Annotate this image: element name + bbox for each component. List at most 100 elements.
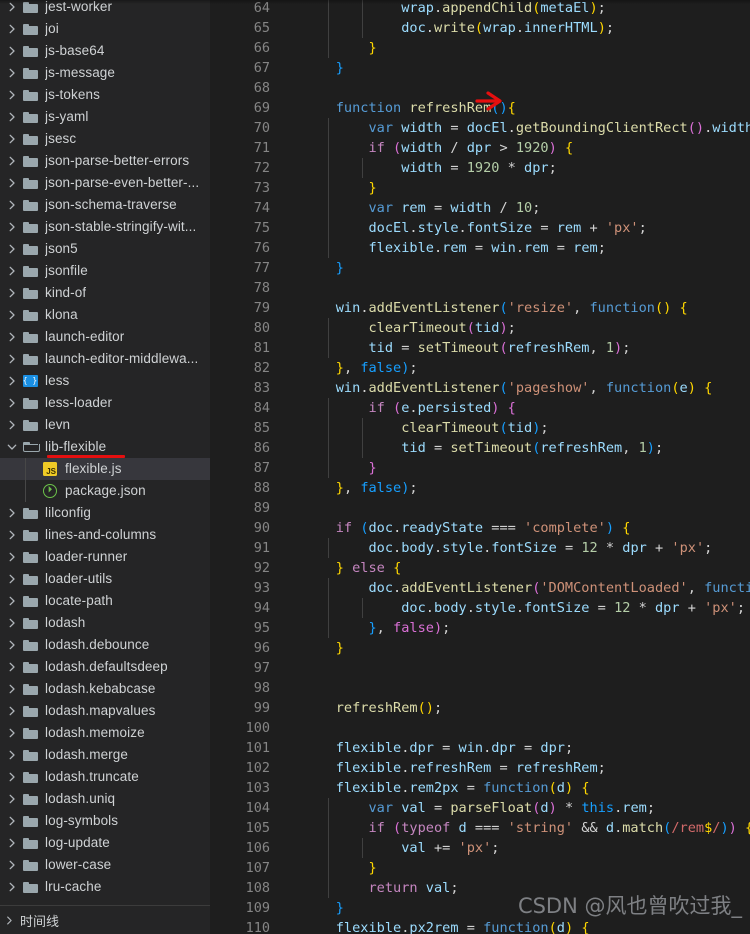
code-line[interactable]: win.addEventListener('resize', function(… bbox=[303, 298, 688, 318]
line-number: 109 bbox=[245, 900, 270, 916]
code-line[interactable]: var width = docEl.getBoundingClientRect(… bbox=[303, 118, 750, 138]
code-line[interactable]: var rem = width / 10; bbox=[303, 198, 540, 218]
tree-item-locate-path[interactable]: locate-path bbox=[0, 590, 210, 612]
tree-item-launch-editor-middlewa-[interactable]: launch-editor-middlewa... bbox=[0, 348, 210, 370]
code-editor[interactable]: 64 65 66 67 68 69 70 71 72 73 74 75 76 77 78 79 80 81 82 83… bbox=[210, 0, 750, 934]
tree-item-label: js-yaml bbox=[45, 109, 89, 124]
tree-item-less[interactable]: { } less bbox=[0, 370, 210, 392]
code-content[interactable]: wrap.appendChild(metaEl); doc.write(wrap… bbox=[303, 0, 750, 934]
tree-item-lodash[interactable]: lodash bbox=[0, 612, 210, 634]
tree-item-less-loader[interactable]: less-loader bbox=[0, 392, 210, 414]
folder-icon bbox=[20, 238, 40, 260]
chevron-right-icon bbox=[4, 524, 20, 546]
tree-item-log-symbols[interactable]: log-symbols bbox=[0, 810, 210, 832]
chevron-right-icon bbox=[4, 810, 20, 832]
tree-item-label: lodash.defaultsdeep bbox=[45, 659, 168, 674]
nodejs-json-file-icon: ⏵ bbox=[40, 480, 60, 502]
code-line[interactable]: if (width / dpr > 1920) { bbox=[303, 138, 573, 158]
tree-item-lines-and-columns[interactable]: lines-and-columns bbox=[0, 524, 210, 546]
tree-item-loader-runner[interactable]: loader-runner bbox=[0, 546, 210, 568]
tree-item-js-base64[interactable]: js-base64 bbox=[0, 40, 210, 62]
line-number: 67 bbox=[253, 60, 270, 76]
folder-icon bbox=[20, 788, 40, 810]
tree-item-package-json[interactable]: ⏵ package.json bbox=[0, 480, 210, 502]
code-line[interactable]: function refreshRem(){ bbox=[303, 98, 516, 118]
code-line[interactable]: doc.body.style.fontSize = 12 * dpr + 'px… bbox=[303, 538, 712, 558]
code-line[interactable]: }, false); bbox=[303, 618, 450, 638]
code-line[interactable]: } bbox=[303, 638, 344, 658]
code-line[interactable]: } bbox=[303, 858, 376, 878]
line-number: 94 bbox=[253, 600, 270, 616]
code-line[interactable]: return val; bbox=[303, 878, 458, 898]
code-line[interactable]: } bbox=[303, 458, 376, 478]
tree-item-lodash-debounce[interactable]: lodash.debounce bbox=[0, 634, 210, 656]
code-line[interactable]: flexible.rem = win.rem = rem; bbox=[303, 238, 605, 258]
code-line[interactable]: win.addEventListener('pageshow', functio… bbox=[303, 378, 713, 398]
folder-icon bbox=[20, 722, 40, 744]
code-line[interactable]: } bbox=[303, 38, 376, 58]
tree-item-lodash-merge[interactable]: lodash.merge bbox=[0, 744, 210, 766]
code-line[interactable]: clearTimeout(tid); bbox=[303, 318, 515, 338]
code-line[interactable]: val += 'px'; bbox=[303, 838, 499, 858]
tree-item-joi[interactable]: joi bbox=[0, 18, 210, 40]
code-line[interactable]: flexible.rem2px = function(d) { bbox=[303, 778, 590, 798]
tree-item-flexible-js[interactable]: JS flexible.js bbox=[0, 458, 210, 480]
code-line[interactable]: } bbox=[303, 258, 344, 278]
chevron-right-icon bbox=[4, 106, 20, 128]
code-line[interactable]: doc.addEventListener('DOMContentLoaded',… bbox=[303, 578, 750, 598]
code-line[interactable]: docEl.style.fontSize = rem + 'px'; bbox=[303, 218, 646, 238]
code-line[interactable]: tid = setTimeout(refreshRem, 1); bbox=[303, 438, 663, 458]
tree-item-jsonfile[interactable]: jsonfile bbox=[0, 260, 210, 282]
tree-item-json-stable-stringify-wit-[interactable]: json-stable-stringify-wit... bbox=[0, 216, 210, 238]
tree-item-launch-editor[interactable]: launch-editor bbox=[0, 326, 210, 348]
tree-item-loader-utils[interactable]: loader-utils bbox=[0, 568, 210, 590]
tree-item-lodash-kebabcase[interactable]: lodash.kebabcase bbox=[0, 678, 210, 700]
tree-item-klona[interactable]: klona bbox=[0, 304, 210, 326]
tree-item-jsesc[interactable]: jsesc bbox=[0, 128, 210, 150]
tree-item-lib-flexible[interactable]: lib-flexible bbox=[0, 436, 210, 458]
tree-item-levn[interactable]: levn bbox=[0, 414, 210, 436]
tree-item-log-update[interactable]: log-update bbox=[0, 832, 210, 854]
tree-item-lodash-uniq[interactable]: lodash.uniq bbox=[0, 788, 210, 810]
tree-item-js-yaml[interactable]: js-yaml bbox=[0, 106, 210, 128]
code-line[interactable]: flexible.px2rem = function(d) { bbox=[303, 918, 590, 934]
code-line[interactable]: doc.write(wrap.innerHTML); bbox=[303, 18, 614, 38]
code-line[interactable]: doc.body.style.fontSize = 12 * dpr + 'px… bbox=[303, 598, 745, 618]
tree-item-lilconfig[interactable]: lilconfig bbox=[0, 502, 210, 524]
folder-icon bbox=[20, 744, 40, 766]
code-line[interactable]: } bbox=[303, 178, 376, 198]
tree-item-lodash-mapvalues[interactable]: lodash.mapvalues bbox=[0, 700, 210, 722]
tree-item-json5[interactable]: json5 bbox=[0, 238, 210, 260]
code-line[interactable]: if (doc.readyState === 'complete') { bbox=[303, 518, 631, 538]
tree-item-js-tokens[interactable]: js-tokens bbox=[0, 84, 210, 106]
line-number: 102 bbox=[245, 760, 270, 776]
tree-item-kind-of[interactable]: kind-of bbox=[0, 282, 210, 304]
tree-item-lodash-truncate[interactable]: lodash.truncate bbox=[0, 766, 210, 788]
tree-item-lru-cache[interactable]: lru-cache bbox=[0, 876, 210, 898]
file-explorer-sidebar: jest-worker joi js-base64 js-message js-toke… bbox=[0, 0, 210, 934]
tree-item-lower-case[interactable]: lower-case bbox=[0, 854, 210, 876]
code-line[interactable]: var val = parseFloat(d) * this.rem; bbox=[303, 798, 655, 818]
code-line[interactable]: if (e.persisted) { bbox=[303, 398, 515, 418]
tree-item-json-parse-better-errors[interactable]: json-parse-better-errors bbox=[0, 150, 210, 172]
code-line[interactable]: tid = setTimeout(refreshRem, 1); bbox=[303, 338, 630, 358]
code-line[interactable]: if (typeof d === 'string' && d.match(/re… bbox=[303, 818, 750, 838]
tree-item-json-schema-traverse[interactable]: json-schema-traverse bbox=[0, 194, 210, 216]
code-line[interactable]: clearTimeout(tid); bbox=[303, 418, 548, 438]
code-line[interactable]: } bbox=[303, 898, 344, 918]
code-line[interactable]: width = 1920 * dpr; bbox=[303, 158, 557, 178]
tree-item-json-parse-even-better-[interactable]: json-parse-even-better-... bbox=[0, 172, 210, 194]
code-line[interactable]: }, false); bbox=[303, 358, 418, 378]
tree-item-lodash-memoize[interactable]: lodash.memoize bbox=[0, 722, 210, 744]
code-line[interactable]: } else { bbox=[303, 558, 402, 578]
code-line[interactable]: flexible.dpr = win.dpr = dpr; bbox=[303, 738, 573, 758]
tree-item-lodash-defaultsdeep[interactable]: lodash.defaultsdeep bbox=[0, 656, 210, 678]
line-number: 97 bbox=[253, 660, 270, 676]
code-line[interactable]: } bbox=[303, 58, 344, 78]
code-line[interactable]: flexible.refreshRem = refreshRem; bbox=[303, 758, 606, 778]
timeline-section-header[interactable]: 时间线 bbox=[0, 905, 210, 934]
line-number: 80 bbox=[253, 320, 270, 336]
code-line[interactable]: refreshRem(); bbox=[303, 698, 442, 718]
tree-item-js-message[interactable]: js-message bbox=[0, 62, 210, 84]
code-line[interactable]: }, false); bbox=[303, 478, 418, 498]
